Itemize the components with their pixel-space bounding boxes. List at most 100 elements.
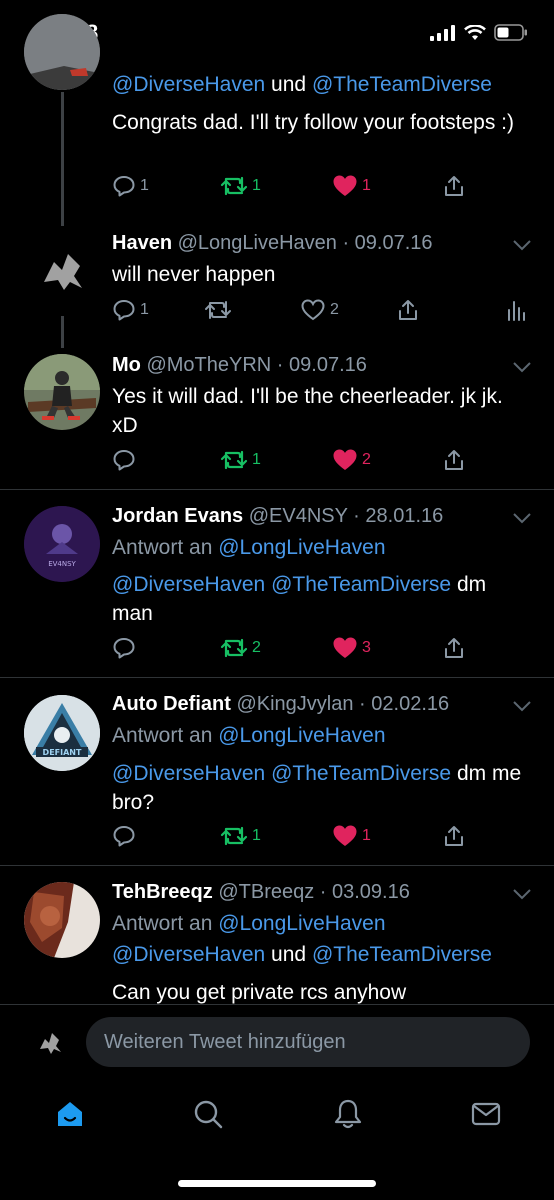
tweet-header: Jordan Evans @EV4NSY · 28.01.16 <box>112 505 443 528</box>
share-button[interactable] <box>442 636 466 660</box>
mention-link[interactable]: @DiverseHaven <box>112 73 265 96</box>
reply-to-line: Antwort an @LongLiveHaven <box>112 909 524 938</box>
chevron-down-icon[interactable] <box>512 511 532 525</box>
user-handle[interactable]: @MoTheYRN <box>146 354 271 376</box>
wifi-icon <box>464 24 486 40</box>
retweet-count: 1 <box>252 827 261 844</box>
user-handle[interactable]: @LongLiveHaven <box>178 232 337 254</box>
reply-icon <box>113 300 135 321</box>
tab-notifications[interactable] <box>332 1098 364 1135</box>
chevron-down-icon[interactable] <box>512 238 532 252</box>
retweet-button[interactable]: 2 <box>220 636 261 660</box>
compose-input[interactable]: Weiteren Tweet hinzufügen <box>86 1017 530 1067</box>
user-handle[interactable]: @TBreeqz <box>218 881 314 903</box>
tab-messages[interactable] <box>470 1098 502 1135</box>
user-handle[interactable]: @EV4NSY <box>249 505 348 527</box>
mention-link[interactable]: @DiverseHaven <box>112 762 265 785</box>
like-button[interactable]: 2 <box>300 298 339 322</box>
retweet-count: 1 <box>252 177 261 194</box>
mention-link[interactable]: @TheTeamDiverse <box>271 573 451 596</box>
tweet-header: Haven @LongLiveHaven · 09.07.16 <box>112 232 433 255</box>
retweet-button[interactable] <box>204 298 236 322</box>
tab-search[interactable] <box>192 1098 224 1135</box>
share-icon <box>445 826 463 846</box>
compose-bar: Weiteren Tweet hinzufügen <box>0 1004 554 1081</box>
reply-button[interactable]: 1 <box>112 174 149 198</box>
share-button[interactable] <box>442 448 466 472</box>
mention-link[interactable]: @DiverseHaven <box>112 573 265 596</box>
share-icon <box>399 300 417 320</box>
like-count: 1 <box>362 177 371 194</box>
mention-link[interactable]: @TheTeamDiverse <box>271 762 451 785</box>
user-name[interactable]: Haven <box>112 232 172 254</box>
mention-line: @DiverseHaven und @TheTeamDiverse <box>112 940 524 969</box>
like-button[interactable]: 3 <box>332 636 371 660</box>
mention-link[interactable]: @TheTeamDiverse <box>312 73 492 96</box>
user-avatar[interactable] <box>34 1027 66 1059</box>
reply-button[interactable] <box>112 636 136 660</box>
avatar[interactable]: EV4NSY <box>24 506 100 582</box>
reply-to-link[interactable]: @LongLiveHaven <box>218 912 385 935</box>
share-button[interactable] <box>442 174 466 198</box>
thread-line <box>61 92 64 226</box>
reply-to-link[interactable]: @LongLiveHaven <box>218 536 385 559</box>
tweet-text: @DiverseHaven @TheTeamDiverse dm me bro? <box>112 759 524 817</box>
like-button[interactable]: 1 <box>332 174 371 198</box>
user-name[interactable]: TehBreeqz <box>112 881 213 903</box>
user-handle[interactable]: @KingJvylan <box>236 693 353 715</box>
chevron-down-icon[interactable] <box>512 360 532 374</box>
chevron-down-icon[interactable] <box>512 887 532 901</box>
mention-link[interactable]: @TheTeamDiverse <box>312 943 492 966</box>
dot-separator: · <box>271 354 290 376</box>
reply-count: 1 <box>140 301 149 318</box>
share-button[interactable] <box>442 824 466 848</box>
share-icon <box>445 638 463 658</box>
retweet-button[interactable]: 1 <box>220 448 261 472</box>
user-name[interactable]: Jordan Evans <box>112 505 243 527</box>
tweet-actions: 1 2 <box>112 448 472 478</box>
user-name[interactable]: Mo <box>112 354 141 376</box>
tab-home[interactable] <box>54 1098 86 1135</box>
thread-line <box>61 316 64 348</box>
bell-icon <box>334 1099 362 1129</box>
avatar[interactable] <box>24 14 100 90</box>
user-name[interactable]: Auto Defiant <box>112 693 231 715</box>
reply-to-link[interactable]: @LongLiveHaven <box>218 724 385 747</box>
like-button[interactable]: 2 <box>332 448 371 472</box>
reply-button[interactable] <box>112 448 136 472</box>
divider <box>0 489 554 490</box>
dot-separator: · <box>353 693 372 715</box>
avatar[interactable] <box>24 882 100 958</box>
dot-separator: · <box>314 881 332 903</box>
tweet-text: will never happen <box>112 263 276 286</box>
avatar[interactable] <box>24 354 100 430</box>
dot-separator: · <box>336 232 355 254</box>
share-button[interactable] <box>396 298 420 322</box>
avatar-label: DEFIANT <box>43 748 82 757</box>
reply-to-prefix: Antwort an <box>112 724 213 747</box>
chevron-down-icon[interactable] <box>512 699 532 713</box>
retweet-count: 2 <box>252 639 261 656</box>
tweet-actions: 1 1 1 <box>112 174 472 204</box>
reply-count: 1 <box>140 177 149 194</box>
divider <box>0 677 554 678</box>
signal-icon <box>430 24 455 41</box>
like-button[interactable]: 1 <box>332 824 371 848</box>
reply-to-line: Antwort an @LongLiveHaven <box>112 721 524 750</box>
retweet-button[interactable]: 1 <box>220 174 261 198</box>
reply-icon <box>113 826 135 847</box>
avatar[interactable]: DEFIANT <box>24 695 100 771</box>
retweet-button[interactable]: 1 <box>220 824 261 848</box>
analytics-button[interactable] <box>506 298 526 322</box>
mail-icon <box>471 1102 501 1126</box>
tweet-date: 03.09.16 <box>332 881 410 903</box>
search-icon <box>194 1100 223 1129</box>
avatar[interactable] <box>24 232 100 308</box>
mention-line: @DiverseHaven und @TheTeamDiverse <box>112 70 524 99</box>
tweet-header: Auto Defiant @KingJvylan · 02.02.16 <box>112 693 449 716</box>
tweet-date: 02.02.16 <box>371 693 450 715</box>
tweet-date: 28.01.16 <box>365 505 444 527</box>
mention-link[interactable]: @DiverseHaven <box>112 943 265 966</box>
reply-button[interactable] <box>112 824 136 848</box>
reply-button[interactable]: 1 <box>112 298 149 322</box>
